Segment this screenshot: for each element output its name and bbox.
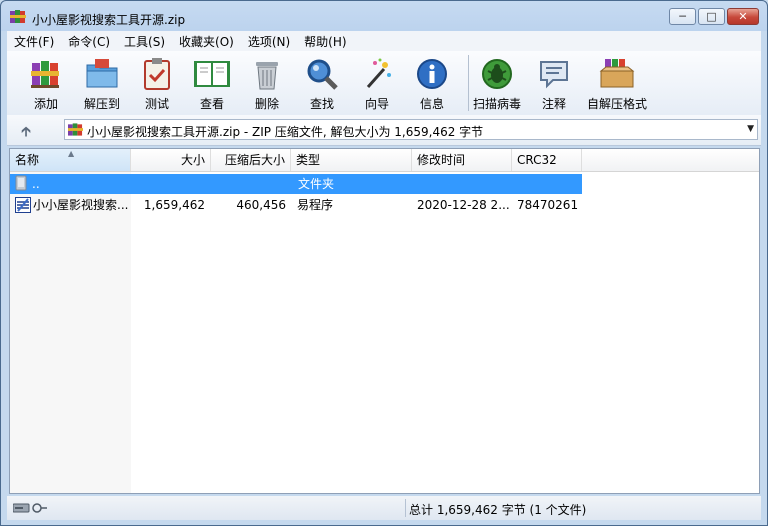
row-type: 易程序 [297, 198, 334, 212]
up-folder-button[interactable]: 🡱 [21, 121, 31, 145]
address-bar: 🡱 小小屋影视搜索工具开源.zip - ZIP 压缩文件, 解包大小为 1,65… [7, 115, 761, 146]
file-list[interactable]: ▲ 名称 大小 压缩后大小 类型 修改时间 CRC32 .. 文件夹 小小屋影视… [9, 148, 760, 494]
up-arrow-icon: 🡱 [21, 124, 32, 140]
delete-button[interactable]: 删除 [239, 55, 295, 113]
row-crc32: 78470261 [517, 198, 579, 212]
column-header-packed[interactable]: 压缩后大小 [211, 149, 291, 171]
sfx-button[interactable]: 自解压格式 [587, 55, 647, 113]
menu-commands[interactable]: 命令(C) [61, 33, 117, 50]
wizard-button[interactable]: 向导 [349, 55, 405, 113]
magnifier-icon [307, 59, 338, 90]
add-button[interactable]: 添加 [18, 55, 74, 113]
menu-tools[interactable]: 工具(S) [117, 33, 172, 50]
list-header: ▲ 名称 大小 压缩后大小 类型 修改时间 CRC32 [10, 149, 759, 172]
wizard-label: 向导 [364, 97, 389, 111]
view-label: 查看 [199, 97, 224, 111]
close-icon: ✕ [738, 10, 748, 23]
test-button[interactable]: 测试 [129, 55, 185, 113]
comment-label: 注释 [541, 97, 566, 111]
drive-key-icon [12, 502, 47, 517]
folder-extract-icon [86, 59, 118, 88]
view-button[interactable]: 查看 [184, 55, 240, 113]
sfx-box-icon [599, 59, 635, 88]
table-row[interactable]: .. 文件夹 [10, 174, 582, 194]
row-name: 小小屋影视搜索... [33, 198, 129, 212]
row-type: 文件夹 [298, 177, 335, 191]
menu-file[interactable]: 文件(F) [7, 33, 61, 50]
info-icon [417, 59, 447, 89]
column-header-size[interactable]: 大小 [131, 149, 211, 171]
comment-button[interactable]: 注释 [526, 55, 582, 113]
column-header-crc32[interactable]: CRC32 [512, 149, 582, 171]
winrar-window: 小小屋影视搜索工具开源.zip ─ □ ✕ 文件(F) 命令(C) 工具(S) … [0, 0, 768, 526]
maximize-icon: □ [706, 10, 717, 23]
winrar-app-icon [10, 9, 26, 27]
window-title: 小小屋影视搜索工具开源.zip [32, 13, 186, 27]
virus-scan-icon [482, 59, 512, 89]
address-field[interactable]: 小小屋影视搜索工具开源.zip - ZIP 压缩文件, 解包大小为 1,659,… [64, 119, 758, 140]
minimize-icon: ─ [679, 10, 686, 23]
extract-to-button[interactable]: 解压到 [74, 55, 130, 113]
menu-help[interactable]: 帮助(H) [297, 33, 353, 50]
dropdown-arrow-icon[interactable]: ▼ [747, 124, 754, 134]
status-summary: 总计 1,659,462 字节 (1 个文件) [409, 503, 587, 517]
info-label: 信息 [419, 97, 444, 111]
maximize-button[interactable]: □ [698, 8, 725, 25]
extract-to-label: 解压到 [83, 97, 120, 111]
folder-up-icon [15, 175, 29, 195]
magic-wand-icon [366, 58, 391, 88]
sort-ascending-icon: ▲ [68, 149, 75, 158]
column-header-modified[interactable]: 修改时间 [412, 149, 512, 171]
scan-virus-button[interactable]: 扫描病毒 [469, 55, 525, 113]
scan-virus-label: 扫描病毒 [472, 97, 521, 111]
minimize-button[interactable]: ─ [669, 8, 696, 25]
add-label: 添加 [33, 97, 58, 111]
status-bar: 总计 1,659,462 字节 (1 个文件) [7, 496, 761, 520]
info-button[interactable]: 信息 [404, 55, 460, 113]
row-name: .. [32, 177, 40, 191]
column-header-type[interactable]: 类型 [291, 149, 412, 171]
menu-options[interactable]: 选项(N) [241, 33, 297, 50]
find-label: 查找 [309, 97, 334, 111]
comment-icon [540, 61, 568, 89]
column-header-name[interactable]: ▲ 名称 [10, 149, 131, 171]
title-bar[interactable]: 小小屋影视搜索工具开源.zip ─ □ ✕ [1, 1, 767, 31]
trash-can-icon [256, 62, 278, 90]
delete-label: 删除 [254, 97, 279, 111]
row-modified: 2020-12-28 2... [417, 198, 510, 212]
close-button[interactable]: ✕ [727, 8, 759, 25]
program-file-icon [15, 197, 31, 217]
archive-path-text: 小小屋影视搜索工具开源.zip - ZIP 压缩文件, 解包大小为 1,659,… [87, 125, 484, 139]
clipboard-check-icon [144, 58, 170, 90]
sfx-label: 自解压格式 [587, 97, 648, 111]
open-book-icon [194, 61, 230, 87]
test-label: 测试 [144, 97, 169, 111]
menu-favorites[interactable]: 收藏夹(O) [172, 33, 241, 50]
table-row[interactable]: 小小屋影视搜索... 1,659,462 460,456 易程序 2020-12… [10, 195, 582, 215]
books-add-icon [31, 61, 59, 88]
toolbar: 添加 解压到 测试 查看 删除 查找 向导 信息 扫描病毒 注释 自解压格式 [7, 51, 761, 116]
menu-bar: 文件(F) 命令(C) 工具(S) 收藏夹(O) 选项(N) 帮助(H) [7, 31, 761, 51]
find-button[interactable]: 查找 [294, 55, 350, 113]
zip-archive-icon [68, 122, 83, 140]
row-packed-size: 460,456 [236, 198, 286, 212]
row-size: 1,659,462 [143, 198, 205, 212]
